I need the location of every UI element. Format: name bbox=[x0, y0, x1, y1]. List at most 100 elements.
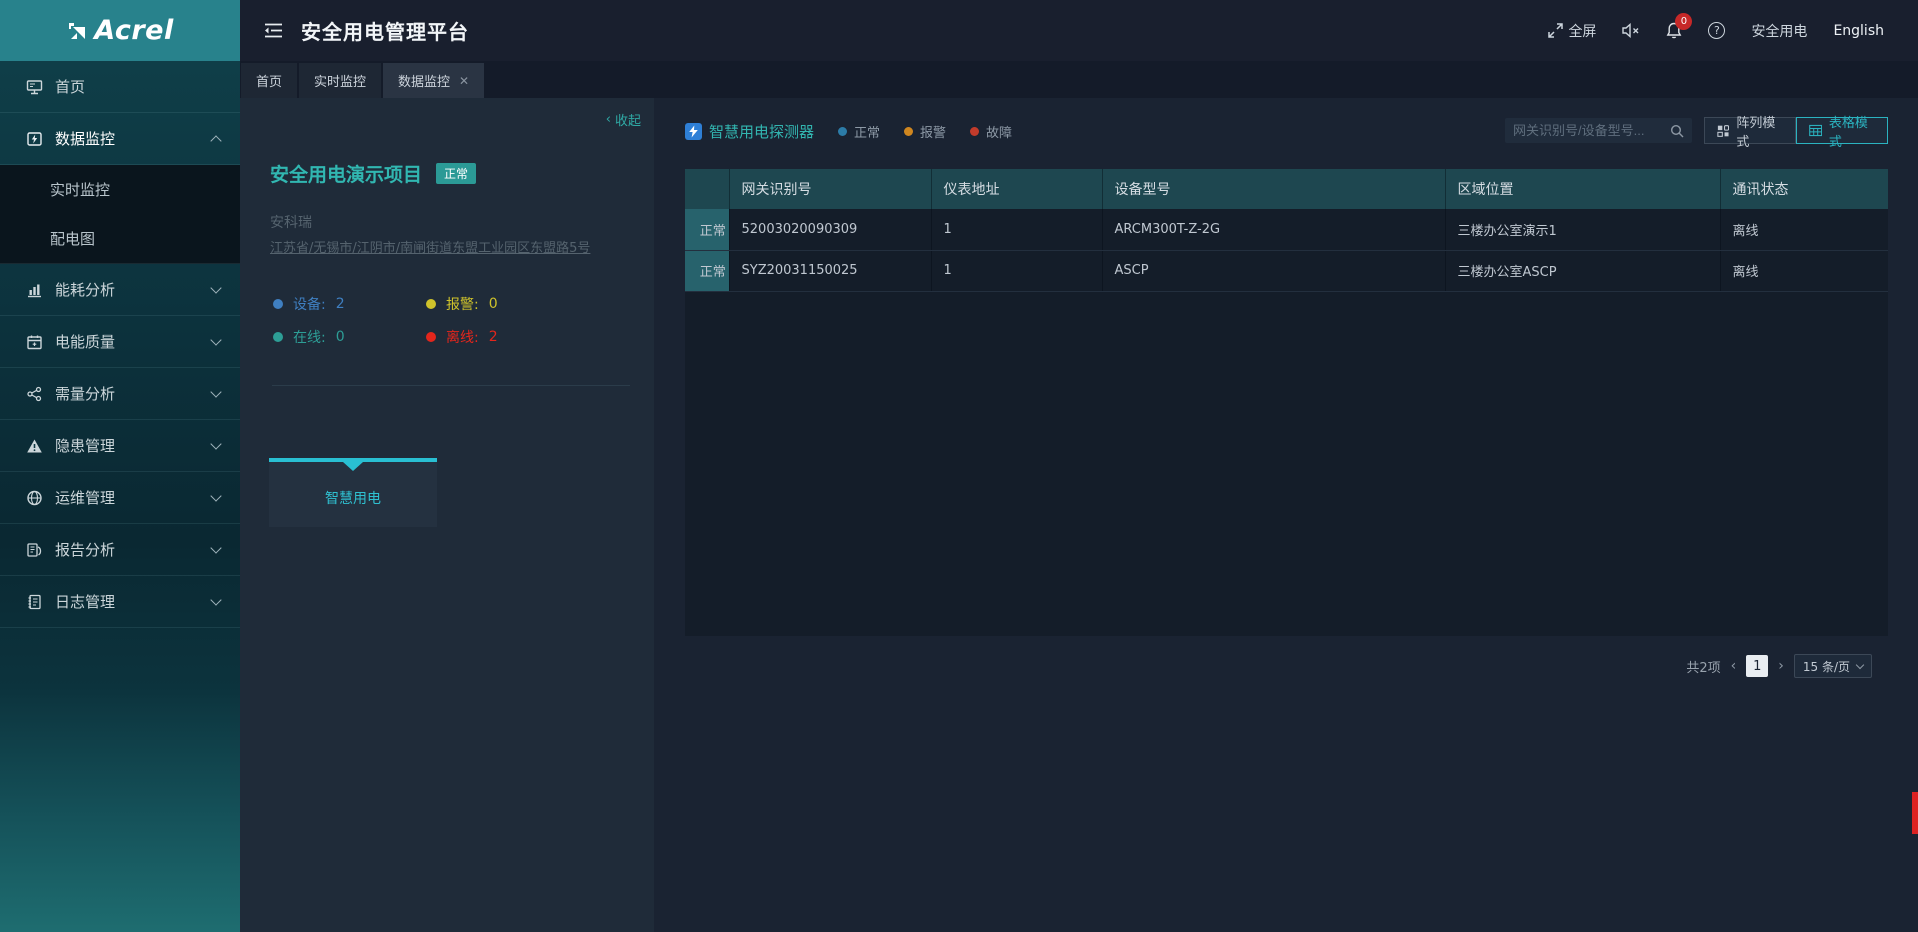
stat-value: 2 bbox=[335, 296, 345, 312]
chevron-down-icon bbox=[210, 489, 222, 502]
triangle-down-icon bbox=[343, 462, 363, 471]
search-input[interactable] bbox=[1513, 123, 1664, 138]
column-comm-status: 通讯状态 bbox=[1720, 169, 1888, 209]
sidebar-item-hazard-management[interactable]: 隐患管理 bbox=[0, 420, 240, 472]
project-panel: ‹ 收起 安全用电演示项目 正常 安科瑞 江苏省/无锡市/江阴市/南闸街道东盟工… bbox=[240, 98, 654, 932]
tab-close-icon[interactable]: ✕ bbox=[459, 74, 469, 88]
product-menu[interactable]: 安全用电 bbox=[1751, 21, 1807, 41]
fullscreen-icon bbox=[1548, 23, 1564, 38]
report-icon bbox=[26, 541, 43, 558]
detector-icon bbox=[685, 122, 702, 140]
energy-chart-icon bbox=[26, 281, 43, 298]
legend-label: 报警 bbox=[920, 125, 947, 141]
page-size-label: 15 条/页 bbox=[1802, 659, 1850, 674]
scrollbar-thumb[interactable] bbox=[1912, 792, 1918, 834]
sidebar-item-label: 需量分析 bbox=[55, 385, 116, 403]
tab-label: 实时监控 bbox=[314, 75, 367, 90]
column-area-location: 区域位置 bbox=[1445, 169, 1721, 209]
page-size-select[interactable]: 15 条/页 bbox=[1793, 654, 1872, 678]
tab-label: 数据监控 bbox=[398, 75, 451, 90]
sidebar-item-log-management[interactable]: 日志管理 bbox=[0, 576, 240, 628]
main-header: 智慧用电探测器 正常 报警 故障 阵列模式 bbox=[685, 116, 1888, 150]
project-stats: 设备: 2 报警: 0 在线: 0 离线: 2 bbox=[273, 294, 603, 347]
row-status-badge: 正常 bbox=[685, 250, 730, 292]
question-icon: ? bbox=[1708, 22, 1726, 39]
sidebar-item-demand-analysis[interactable]: 需量分析 bbox=[0, 368, 240, 420]
sidebar-item-ops-management[interactable]: 运维管理 bbox=[0, 472, 240, 524]
column-device-model: 设备型号 bbox=[1102, 169, 1446, 209]
chevron-down-icon bbox=[210, 385, 222, 398]
stat-online: 在线: 0 bbox=[273, 327, 426, 347]
cell-meter-address: 1 bbox=[931, 250, 1103, 292]
column-meter-address: 仪表地址 bbox=[931, 169, 1103, 209]
array-mode-button[interactable]: 阵列模式 bbox=[1704, 116, 1796, 150]
next-page-button[interactable]: › bbox=[1778, 659, 1784, 673]
current-page-button[interactable]: 1 bbox=[1746, 655, 1769, 677]
fullscreen-button[interactable]: 全屏 bbox=[1548, 21, 1596, 41]
mute-button[interactable] bbox=[1622, 23, 1640, 38]
sidebar-item-label: 隐患管理 bbox=[55, 437, 116, 455]
column-status bbox=[685, 169, 730, 209]
stat-value: 0 bbox=[335, 329, 345, 345]
stat-value: 0 bbox=[488, 296, 498, 312]
sidebar-item-label: 数据监控 bbox=[55, 130, 116, 148]
chevron-down-icon bbox=[210, 437, 222, 450]
tab-home[interactable]: 首页 bbox=[241, 63, 298, 98]
stat-alarms: 报警: 0 bbox=[426, 294, 603, 314]
offline-dot-icon bbox=[426, 332, 436, 342]
sidebar-item-realtime-monitor[interactable]: 实时监控 bbox=[0, 165, 240, 214]
sidebar-item-distribution-diagram[interactable]: 配电图 bbox=[0, 214, 240, 263]
legend-label: 故障 bbox=[986, 125, 1013, 141]
sidebar-item-report-analysis[interactable]: 报告分析 bbox=[0, 524, 240, 576]
stat-label: 在线: bbox=[293, 330, 326, 346]
search-icon[interactable] bbox=[1670, 124, 1684, 138]
table-mode-button[interactable]: 表格模式 bbox=[1795, 116, 1888, 150]
cell-meter-address: 1 bbox=[931, 209, 1103, 251]
sidebar-item-label: 运维管理 bbox=[55, 489, 116, 507]
search-box bbox=[1505, 118, 1692, 143]
notifications-button[interactable]: 0 bbox=[1666, 13, 1693, 39]
tab-bar: 首页 实时监控 数据监控 ✕ bbox=[240, 61, 1918, 98]
help-button[interactable]: ? bbox=[1708, 22, 1726, 39]
stat-value: 2 bbox=[488, 329, 498, 345]
tab-smart-electricity[interactable]: 智慧用电 bbox=[269, 458, 437, 527]
table-row[interactable]: 正常 52003020090309 1 ARCM300T-Z-2G 三楼办公室演… bbox=[685, 209, 1888, 251]
device-table-container: 网关识别号 仪表地址 设备型号 区域位置 通讯状态 正常 52003020090… bbox=[685, 169, 1888, 636]
chevron-down-icon bbox=[210, 541, 222, 554]
speaker-muted-icon bbox=[1622, 23, 1639, 38]
tab-label: 首页 bbox=[256, 75, 283, 90]
tab-realtime-monitor[interactable]: 实时监控 bbox=[299, 63, 382, 98]
sidebar-item-power-quality[interactable]: 电能质量 bbox=[0, 316, 240, 368]
legend-fault: 故障 bbox=[970, 122, 1012, 141]
tab-data-monitor[interactable]: 数据监控 ✕ bbox=[383, 63, 485, 98]
stat-label: 离线: bbox=[446, 330, 479, 346]
array-grid-icon bbox=[1717, 124, 1730, 137]
chevron-left-icon: ‹ bbox=[605, 112, 611, 127]
sidebar-item-label: 电能质量 bbox=[55, 333, 116, 351]
sidebar-item-energy-analysis[interactable]: 能耗分析 bbox=[0, 264, 240, 316]
project-company: 安科瑞 bbox=[270, 215, 312, 231]
view-mode-group: 阵列模式 表格模式 bbox=[1704, 116, 1888, 150]
sidebar-item-label: 能耗分析 bbox=[55, 281, 116, 299]
table-row[interactable]: 正常 SYZ20031150025 1 ASCP 三楼办公室ASCP 离线 bbox=[685, 250, 1888, 292]
table-header-row: 网关识别号 仪表地址 设备型号 区域位置 通讯状态 bbox=[685, 169, 1888, 209]
chevron-down-icon bbox=[210, 281, 222, 294]
menu-fold-icon[interactable] bbox=[264, 23, 283, 38]
notification-badge: 0 bbox=[1675, 13, 1693, 30]
collapse-panel-button[interactable]: ‹ 收起 bbox=[606, 110, 641, 129]
mode-label: 阵列模式 bbox=[1736, 115, 1776, 150]
alarm-dot-icon bbox=[904, 126, 914, 136]
cell-gateway-id: SYZ20031150025 bbox=[729, 250, 932, 292]
stat-devices: 设备: 2 bbox=[273, 294, 426, 314]
warning-icon bbox=[26, 437, 43, 454]
home-icon bbox=[26, 78, 43, 95]
language-switch[interactable]: English bbox=[1833, 23, 1884, 39]
cell-comm-status: 离线 bbox=[1720, 209, 1888, 251]
section-title: 智慧用电探测器 bbox=[709, 122, 815, 141]
device-dot-icon bbox=[273, 299, 283, 309]
prev-page-button[interactable]: ‹ bbox=[1731, 659, 1737, 673]
sidebar-item-home[interactable]: 首页 bbox=[0, 61, 240, 113]
acrel-logo-mark bbox=[69, 22, 86, 39]
sidebar-item-data-monitor[interactable]: 数据监控 bbox=[0, 113, 240, 165]
pagination-total: 共2项 bbox=[1686, 660, 1721, 676]
